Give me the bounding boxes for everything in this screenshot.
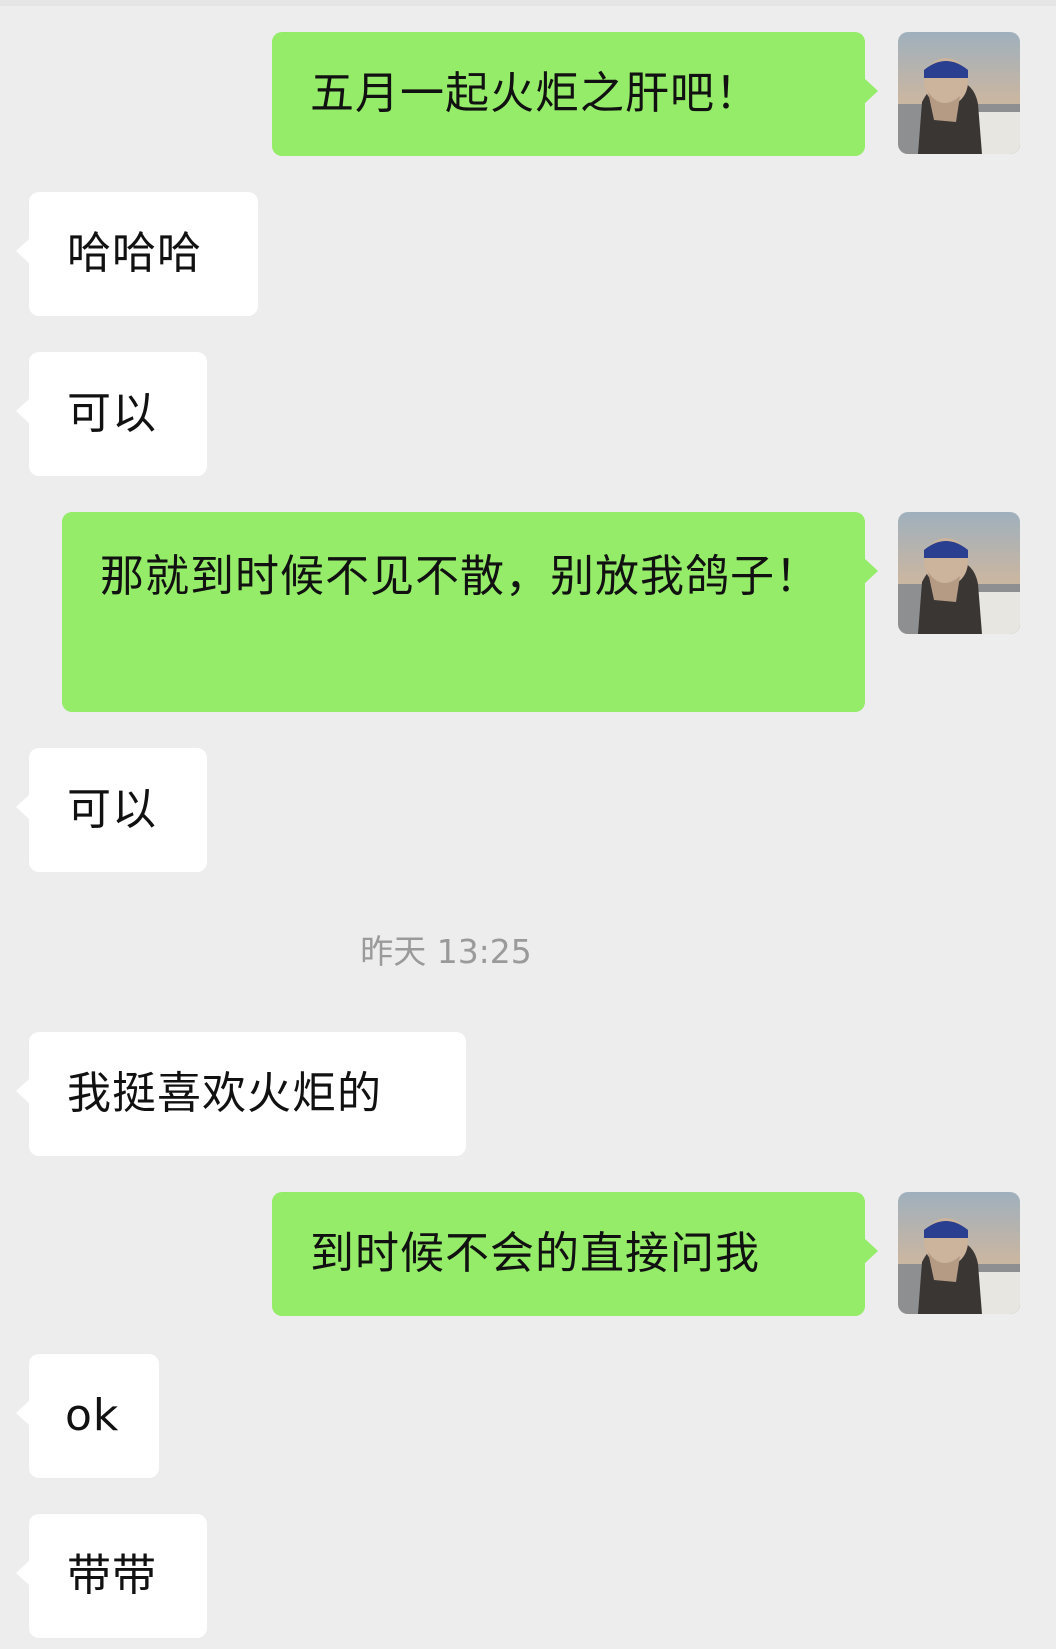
incoming-message-bubble[interactable]: ok bbox=[16, 1354, 159, 1478]
message-timestamp: 昨天 13:25 bbox=[360, 932, 532, 971]
incoming-message-bubble[interactable]: 带带 bbox=[16, 1514, 207, 1638]
incoming-message-bubble[interactable]: 可以 bbox=[16, 352, 207, 476]
outgoing-message-bubble[interactable]: 到时候不会的直接问我 bbox=[272, 1192, 878, 1316]
user-avatar-icon[interactable] bbox=[898, 512, 1020, 634]
user-avatar-icon[interactable] bbox=[898, 1192, 1020, 1314]
incoming-message-bubble[interactable]: 可以 bbox=[16, 748, 207, 872]
incoming-message-bubble[interactable]: 哈哈哈 bbox=[16, 192, 258, 316]
incoming-message-bubble[interactable]: 我挺喜欢火炬的 bbox=[16, 1032, 466, 1156]
outgoing-message-bubble[interactable]: 那就到时候不见不散，别放我鸽子！ bbox=[62, 512, 878, 712]
top-divider bbox=[0, 0, 1056, 6]
outgoing-message-bubble[interactable]: 五月一起火炬之肝吧！ bbox=[272, 32, 878, 156]
user-avatar-icon[interactable] bbox=[898, 32, 1020, 154]
